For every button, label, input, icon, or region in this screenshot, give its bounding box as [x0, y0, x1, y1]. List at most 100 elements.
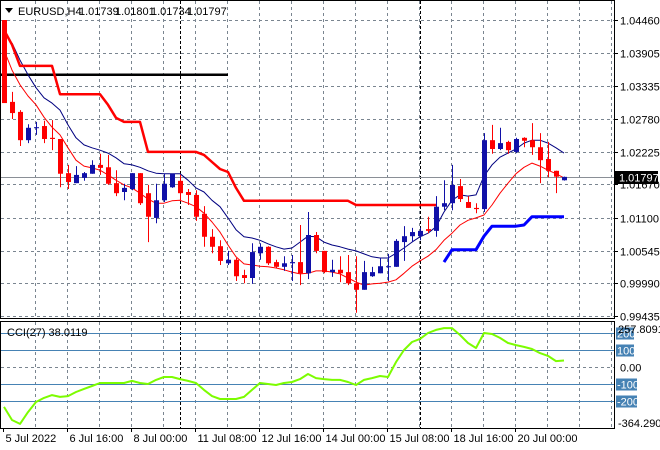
candle-body	[82, 173, 87, 178]
candle-body	[314, 235, 319, 251]
candle-body	[538, 147, 543, 161]
candle-body	[210, 236, 215, 247]
time-label: 11 Jul 08:00	[198, 433, 257, 445]
candle-body	[458, 186, 463, 200]
bearish-candle	[266, 246, 271, 266]
candle-body	[402, 236, 407, 243]
candle-body	[178, 180, 183, 194]
candle-body	[466, 202, 471, 208]
cci-level-label: 100	[617, 346, 635, 358]
candle-body	[306, 235, 311, 274]
candle-body	[90, 164, 95, 174]
time-label: 8 Jul 00:00	[134, 433, 188, 445]
candle-body	[114, 183, 119, 194]
candle-body	[338, 269, 343, 274]
candle-body	[562, 176, 567, 181]
candle-body	[290, 262, 295, 264]
current-price-label: 1.01797	[619, 173, 659, 185]
candle-body	[58, 138, 63, 174]
bearish-candle	[138, 173, 143, 205]
candle-body	[418, 230, 423, 237]
candle-body	[546, 159, 551, 171]
candle-body	[490, 140, 495, 150]
bullish-candle	[562, 176, 567, 181]
candle-body	[394, 240, 399, 267]
candle-body	[442, 203, 447, 207]
price-label: 1.00545	[620, 247, 660, 259]
candle-body	[66, 173, 71, 182]
candle-body	[218, 246, 223, 261]
candle-body	[274, 262, 279, 267]
candle-body	[506, 141, 511, 151]
price-label: 1.03905	[620, 49, 660, 61]
cci-min-label: -364.2903	[618, 418, 660, 430]
candle-body	[186, 192, 191, 195]
bearish-candle	[322, 250, 327, 274]
candle-body	[154, 200, 159, 218]
time-label: 14 Jul 00:00	[326, 433, 386, 445]
candle-body	[50, 137, 55, 139]
time-label: 5 Jul 2022	[6, 433, 57, 445]
candle-body	[346, 272, 351, 284]
bearish-candle	[314, 232, 319, 254]
candle-body	[202, 213, 207, 237]
candle-body	[138, 173, 143, 204]
price-label: 1.01100	[620, 214, 659, 226]
price-label: 1.04460	[620, 16, 660, 28]
candle-body	[34, 127, 39, 129]
candle-body	[74, 174, 79, 184]
candle-body	[130, 173, 135, 190]
candle-body	[370, 272, 375, 277]
candle-body	[258, 246, 263, 254]
bullish-candle	[130, 173, 135, 191]
candle-body	[362, 272, 367, 290]
candle-body	[242, 275, 247, 279]
bullish-candle	[170, 173, 175, 188]
bullish-candle	[394, 239, 399, 267]
candle-body	[266, 246, 271, 264]
candle-body	[554, 170, 559, 177]
candle-body	[530, 140, 535, 148]
candle-body	[514, 138, 519, 152]
candle-body	[10, 101, 15, 114]
time-label: 18 Jul 16:00	[454, 433, 514, 445]
cci-max-label: 257.8091	[618, 324, 660, 336]
bullish-candle	[514, 137, 519, 154]
time-label: 15 Jul 08:00	[390, 433, 450, 445]
candle-body	[498, 143, 503, 150]
candle-body	[250, 252, 255, 279]
candle-body	[146, 193, 151, 217]
time-label: 12 Jul 16:00	[262, 433, 322, 445]
candle-body	[434, 206, 439, 231]
high-value: 1.01801	[115, 6, 155, 18]
cci-level-label: -100	[617, 380, 639, 392]
candle-body	[450, 184, 455, 204]
candle-body	[322, 250, 327, 273]
candle-body	[522, 137, 527, 141]
candle-body	[170, 173, 175, 188]
candle-body	[106, 167, 111, 184]
open-value: 1.01739	[79, 6, 119, 18]
price-label: 1.03335	[620, 82, 660, 94]
candle-body	[26, 127, 31, 141]
candle-body	[42, 126, 47, 139]
close-value: 1.01797	[187, 6, 227, 18]
candle-body	[410, 232, 415, 237]
candle-body	[194, 194, 199, 217]
candle-body	[426, 229, 431, 231]
eurusd-h4-chart[interactable]: EURUSD,H4 1.01739 1.01801 1.01734 1.0179…	[0, 0, 660, 450]
cci-level-label: 0.00	[620, 363, 641, 375]
candle-body	[234, 259, 239, 277]
time-label: 20 Jul 00:00	[518, 433, 578, 445]
candle-body	[474, 207, 479, 210]
candle-body	[226, 259, 231, 264]
cci-title: CCI(27) 38.0119	[7, 327, 88, 339]
symbol-label: EURUSD,H4	[18, 6, 82, 18]
candle-body	[162, 183, 167, 201]
candle-body	[330, 269, 335, 273]
candle-body	[378, 266, 383, 274]
cci-level-label: -200	[617, 397, 639, 409]
price-label: 0.99990	[620, 279, 660, 291]
candle-body	[386, 266, 391, 268]
candle-body	[282, 263, 287, 267]
